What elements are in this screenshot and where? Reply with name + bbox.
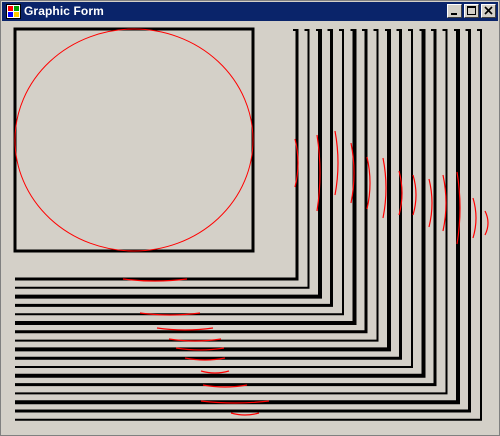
l-line-5: [15, 29, 344, 316]
arc-groups: [122, 130, 489, 416]
l-line-14: [15, 29, 448, 395]
maximize-button[interactable]: [464, 4, 479, 18]
red-circle: [14, 28, 254, 252]
close-icon: [484, 6, 493, 15]
minimize-icon: [451, 13, 457, 15]
close-button[interactable]: [481, 4, 496, 18]
l-line-7: [15, 29, 368, 334]
maximize-icon: [467, 6, 476, 15]
red-arc-vertical-3: [334, 130, 339, 196]
red-arc-horizontal-3: [156, 327, 214, 331]
l-line-1: [15, 29, 299, 281]
title-bar[interactable]: Graphic Form: [2, 2, 498, 21]
red-arc-vertical-8: [412, 174, 417, 216]
drawing-canvas: [13, 27, 489, 421]
l-line-3: [15, 29, 322, 299]
l-line-4: [15, 29, 333, 307]
minimize-button[interactable]: [447, 4, 462, 18]
l-line-2: [15, 29, 310, 289]
red-arc-horizontal-7: [200, 370, 230, 374]
red-arc-horizontal-10: [230, 412, 260, 416]
l-line-15: [15, 29, 460, 405]
app-icon[interactable]: [6, 4, 21, 19]
l-line-8: [15, 29, 379, 342]
window-title: Graphic Form: [24, 4, 104, 18]
line-groups: [15, 29, 482, 421]
graphic-form-window: Graphic Form: [0, 0, 500, 436]
drawing-client-area: [5, 23, 497, 433]
red-arc-vertical-6: [382, 157, 387, 219]
red-arc-vertical-12: [472, 197, 477, 239]
red-arc-vertical-9: [428, 178, 433, 228]
black-square: [13, 27, 255, 253]
red-arc-vertical-13: [484, 210, 489, 236]
title-bar-buttons: [447, 4, 496, 18]
